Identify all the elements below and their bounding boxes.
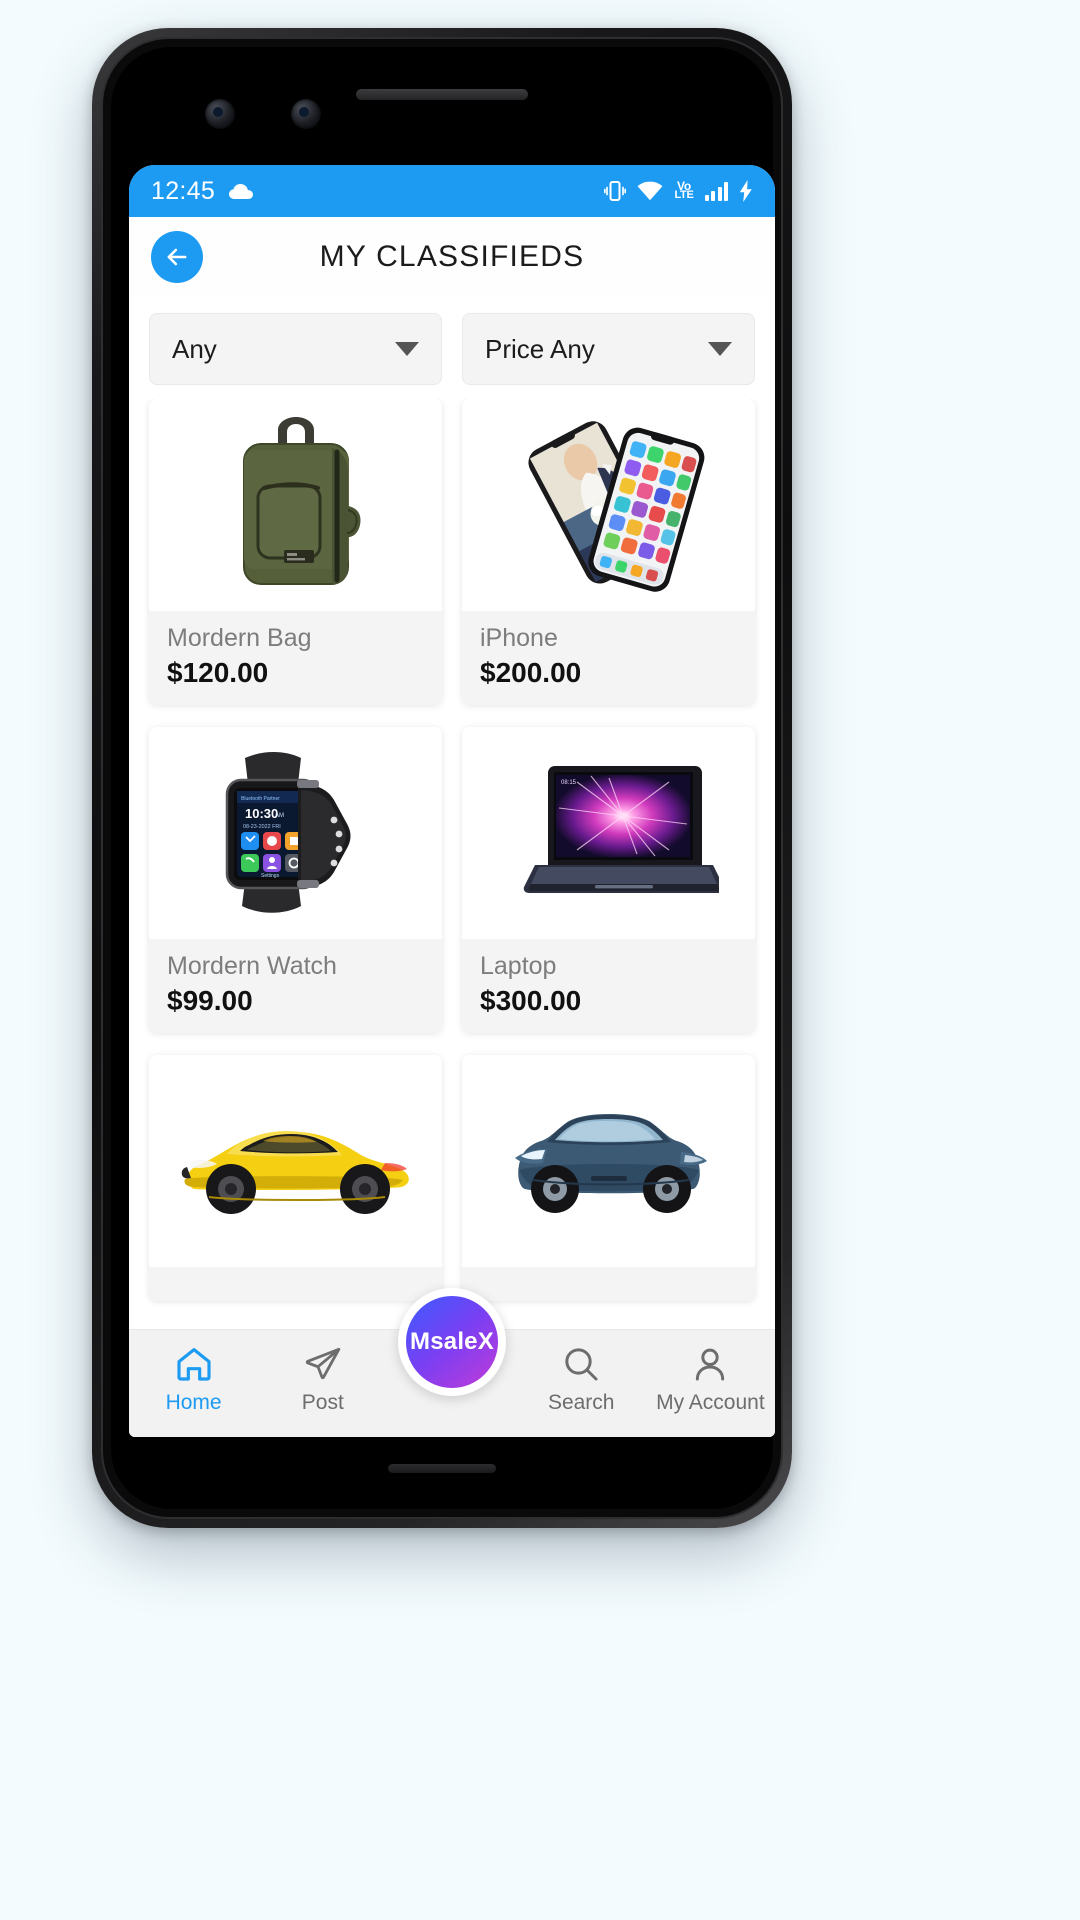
product-info: Mordern Watch $99.00 — [149, 939, 442, 1033]
nav-item-my-account[interactable]: My Account — [646, 1344, 775, 1415]
nav-label-my-account: My Account — [656, 1391, 765, 1414]
product-card[interactable] — [462, 1055, 755, 1301]
signal-bars-icon — [704, 181, 728, 201]
screenshot-canvas: 12:45 Vo LTE MY CLASSIFIEDS Any Price An… — [0, 0, 1080, 1920]
product-info: Laptop $300.00 — [462, 939, 755, 1033]
laptop-image: 08:15 — [462, 727, 755, 939]
bottom-navigation-bar: Home Post Search My Account MsaleX — [129, 1288, 775, 1437]
product-info: Mordern Bag $120.00 — [149, 611, 442, 705]
person-icon — [696, 1348, 725, 1381]
product-card[interactable]: 08:15 Laptop $300.00 — [462, 727, 755, 1033]
phone-device-frame: 12:45 Vo LTE MY CLASSIFIEDS Any Price An… — [92, 28, 792, 1528]
wifi-icon — [637, 181, 663, 201]
svg-text:10:30: 10:30 — [245, 806, 278, 821]
product-card[interactable]: Bluetooth Partner 10:30 AM 08-23-2022 FR… — [149, 727, 442, 1033]
nav-item-post[interactable]: Post — [258, 1344, 387, 1415]
charging-bolt-icon — [739, 180, 753, 202]
search-icon — [565, 1348, 598, 1381]
category-filter-dropdown[interactable]: Any — [149, 313, 442, 385]
send-icon — [305, 1347, 341, 1380]
home-indicator-pill — [388, 1464, 496, 1473]
product-info: iPhone $200.00 — [462, 611, 755, 705]
iphone-image — [462, 399, 755, 611]
svg-text:AM: AM — [275, 813, 284, 819]
status-bar: 12:45 Vo LTE — [129, 165, 775, 217]
app-header: MY CLASSIFIEDS — [129, 217, 775, 297]
smartwatch-image: Bluetooth Partner 10:30 AM 08-23-2022 FR… — [149, 727, 442, 939]
front-sensor-icon — [291, 99, 321, 129]
product-name: Laptop — [480, 952, 557, 980]
back-button[interactable] — [151, 231, 203, 283]
home-icon — [177, 1348, 211, 1381]
price-filter-value: Price Any — [485, 333, 595, 364]
nav-label-search: Search — [547, 1391, 615, 1414]
backpack-image — [149, 399, 442, 611]
blue-suv-image — [462, 1055, 755, 1267]
product-grid-scroll[interactable]: Mordern Bag $120.00 iPhone $200.00 Bluet… — [129, 399, 775, 1329]
nav-item-home[interactable]: Home — [129, 1344, 258, 1415]
product-card[interactable] — [149, 1055, 442, 1301]
product-card[interactable]: iPhone $200.00 — [462, 399, 755, 705]
product-name: Mordern Bag — [167, 624, 312, 652]
price-filter-dropdown[interactable]: Price Any — [462, 313, 755, 385]
product-price: $200.00 — [480, 657, 582, 688]
nav-item-search[interactable]: Search — [517, 1344, 646, 1415]
chevron-down-icon — [708, 342, 732, 356]
phone-bezel: 12:45 Vo LTE MY CLASSIFIEDS Any Price An… — [111, 47, 775, 1509]
front-camera-icon — [205, 99, 235, 129]
earpiece-speaker — [356, 89, 528, 100]
product-name: Mordern Watch — [167, 952, 337, 980]
svg-text:Settings: Settings — [261, 873, 280, 879]
nav-label-post: Post — [301, 1391, 344, 1414]
product-info — [149, 1267, 442, 1301]
msalex-fab-label: MsaleX — [406, 1296, 498, 1388]
svg-text:08-23-2022 FRI: 08-23-2022 FRI — [243, 824, 281, 830]
chevron-down-icon — [395, 342, 419, 356]
product-price: $300.00 — [480, 985, 582, 1016]
product-card[interactable]: Mordern Bag $120.00 — [149, 399, 442, 705]
product-price: $99.00 — [167, 985, 253, 1016]
phone-inner-frame: 12:45 Vo LTE MY CLASSIFIEDS Any Price An… — [101, 37, 783, 1519]
product-price: $120.00 — [167, 657, 269, 688]
product-grid: Mordern Bag $120.00 iPhone $200.00 Bluet… — [149, 399, 755, 1301]
phone-screen: 12:45 Vo LTE MY CLASSIFIEDS Any Price An… — [129, 165, 775, 1437]
product-name: iPhone — [480, 624, 558, 652]
page-title: MY CLASSIFIEDS — [319, 240, 585, 273]
nav-label-home: Home — [165, 1391, 222, 1414]
cloud-icon — [228, 182, 254, 200]
product-info — [462, 1267, 755, 1301]
vibrate-icon — [604, 179, 627, 203]
svg-text:Bluetooth Partner: Bluetooth Partner — [241, 796, 280, 802]
filter-row: Any Price Any — [129, 297, 775, 399]
status-bar-clock: 12:45 — [151, 176, 216, 205]
volte-icon: Vo LTE — [674, 178, 694, 202]
yellow-sportscar-image — [149, 1055, 442, 1267]
category-filter-value: Any — [172, 333, 217, 364]
msalex-fab-button[interactable]: MsaleX — [398, 1288, 506, 1396]
arrow-left-icon — [167, 248, 187, 266]
svg-text:08:15: 08:15 — [561, 780, 577, 786]
